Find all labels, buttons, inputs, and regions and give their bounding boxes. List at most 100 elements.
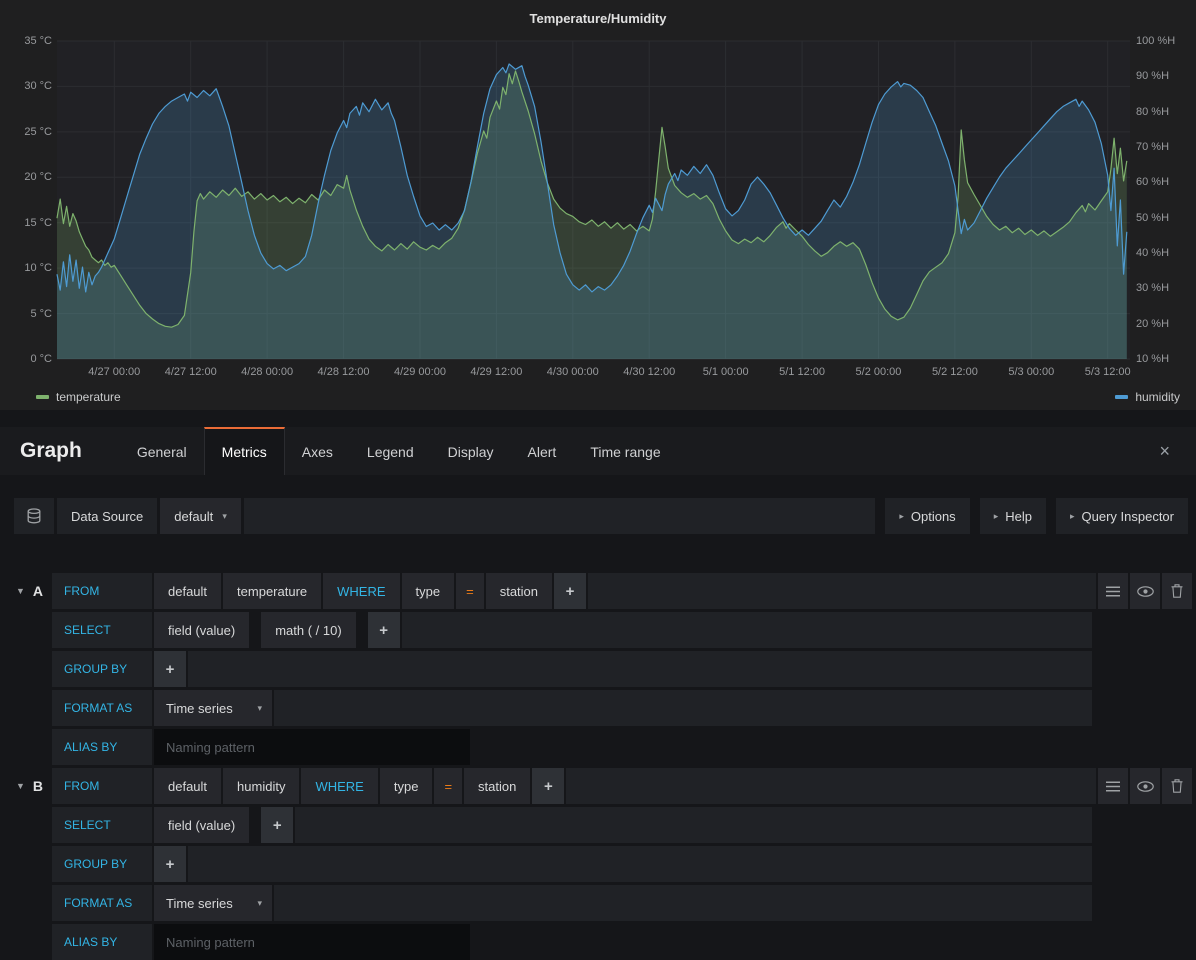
add-button[interactable]: +: [368, 612, 400, 648]
tab-time-range[interactable]: Time range: [573, 427, 677, 475]
trash-icon: [1171, 779, 1183, 793]
caret-right-icon: ▸: [1070, 511, 1075, 522]
button-label: Options: [911, 509, 956, 524]
query-letter: B: [33, 778, 43, 794]
eye-icon: [1137, 781, 1154, 792]
query-segment[interactable]: humidity: [223, 768, 299, 804]
segment-gap: [358, 612, 366, 648]
caret-down-icon: ▾: [222, 511, 227, 522]
row-filler: [188, 651, 1092, 687]
y-axis-tick-label: 30 °C: [2, 80, 52, 92]
query-keyword-group-by: GROUP BY: [52, 651, 152, 687]
add-button[interactable]: +: [154, 846, 186, 882]
tab-alert[interactable]: Alert: [511, 427, 574, 475]
query-menu-button[interactable]: [1098, 573, 1128, 609]
toggle-query-visibility-button[interactable]: [1130, 573, 1160, 609]
query-segment[interactable]: default: [154, 768, 221, 804]
query-segment[interactable]: station: [464, 768, 530, 804]
query-keyword-group-by: GROUP BY: [52, 846, 152, 882]
menu-icon: [1106, 781, 1120, 792]
remove-query-button[interactable]: [1162, 768, 1192, 804]
operator-segment[interactable]: =: [434, 768, 462, 804]
query-inspector-button[interactable]: ▸Query Inspector: [1056, 498, 1188, 534]
y-axis-tick-label: 50 %H: [1136, 212, 1169, 224]
button-label: Help: [1005, 509, 1032, 524]
query-keyword-from: FROM: [52, 768, 152, 804]
y-axis-tick-label: 35 °C: [2, 35, 52, 47]
panel-title: Temperature/Humidity: [0, 11, 1196, 26]
graph-plot[interactable]: [0, 0, 1196, 410]
query-segment[interactable]: type: [380, 768, 433, 804]
editor-title: Graph: [0, 427, 120, 475]
query-keyword-format-as: FORMAT AS: [52, 885, 152, 921]
add-button[interactable]: +: [154, 651, 186, 687]
y-axis-tick-label: 100 %H: [1136, 35, 1175, 47]
y-axis-tick-label: 10 %H: [1136, 353, 1169, 365]
format-dropdown-value: Time series: [166, 701, 233, 716]
format-dropdown[interactable]: Time series▾: [154, 690, 272, 726]
query-segment[interactable]: field (value): [154, 807, 249, 843]
options-button[interactable]: ▸Options: [885, 498, 969, 534]
panel-editor-header: Graph GeneralMetricsAxesLegendDisplayAle…: [0, 427, 1196, 475]
datasource-selected-value: default: [174, 509, 213, 524]
eye-icon: [1137, 586, 1154, 597]
graph-panel: Temperature/Humidity 35 °C 30 °C 25 °C 20 °…: [0, 0, 1196, 410]
query-segment[interactable]: default: [154, 573, 221, 609]
query-row: SELECTfield (value)+: [14, 807, 1192, 843]
tab-general[interactable]: General: [120, 427, 204, 475]
add-button[interactable]: +: [532, 768, 564, 804]
x-axis-tick-label: 5/3 00:00: [1008, 366, 1054, 378]
remove-query-button[interactable]: [1162, 573, 1192, 609]
tab-legend[interactable]: Legend: [350, 427, 431, 475]
tab-axes[interactable]: Axes: [285, 427, 350, 475]
query-segment[interactable]: math ( / 10): [261, 612, 355, 648]
alias-input[interactable]: [154, 729, 470, 765]
query-segment[interactable]: temperature: [223, 573, 321, 609]
x-axis-tick-label: 4/29 12:00: [470, 366, 522, 378]
x-axis-tick-label: 5/3 12:00: [1085, 366, 1131, 378]
format-dropdown[interactable]: Time series ▾: [154, 885, 272, 921]
collapse-chevron-icon[interactable]: ▼: [16, 586, 25, 596]
query-segment[interactable]: type: [402, 573, 455, 609]
menu-icon: [1106, 586, 1120, 597]
legend-item[interactable]: temperature: [36, 390, 121, 404]
toolbar-buttons: ▸Options▸Help▸Query Inspector: [885, 498, 1188, 534]
y-axis-tick-label: 15 °C: [2, 217, 52, 229]
x-axis-tick-label: 5/2 12:00: [932, 366, 978, 378]
query-segment[interactable]: station: [486, 573, 552, 609]
query-keyword-select: SELECT: [52, 612, 152, 648]
x-axis-tick-label: 5/1 12:00: [779, 366, 825, 378]
segment-gap: [251, 807, 259, 843]
close-editor-button[interactable]: ×: [1133, 427, 1196, 475]
tab-display[interactable]: Display: [431, 427, 511, 475]
where-keyword[interactable]: WHERE: [323, 573, 399, 609]
collapse-chevron-icon[interactable]: ▼: [16, 781, 25, 791]
add-button[interactable]: +: [261, 807, 293, 843]
query-menu-button[interactable]: [1098, 768, 1128, 804]
operator-segment[interactable]: =: [456, 573, 484, 609]
y-axis-tick-label: 10 °C: [2, 262, 52, 274]
format-dropdown-value: Time series: [166, 896, 233, 911]
query-editor-list: ▼AFROMdefaulttemperatureWHEREtype=statio…: [14, 573, 1192, 960]
tab-metrics[interactable]: Metrics: [204, 427, 285, 475]
x-axis-tick-label: 5/1 00:00: [703, 366, 749, 378]
query-keyword-format-as: FORMAT AS: [52, 690, 152, 726]
where-keyword[interactable]: WHERE: [301, 768, 377, 804]
legend-item[interactable]: humidity: [1115, 390, 1180, 404]
y-axis-tick-label: 30 %H: [1136, 282, 1169, 294]
caret-right-icon: ▸: [994, 511, 999, 522]
y-axis-tick-label: 20 °C: [2, 171, 52, 183]
y-axis-tick-label: 25 °C: [2, 126, 52, 138]
query-row: ALIAS BY: [14, 729, 1192, 765]
legend-label: temperature: [56, 390, 121, 404]
query-segment[interactable]: field (value): [154, 612, 249, 648]
query-row: GROUP BY+: [14, 846, 1192, 882]
caret-down-icon: ▾: [257, 898, 262, 909]
add-button[interactable]: +: [554, 573, 586, 609]
help-button[interactable]: ▸ Help: [980, 498, 1046, 534]
toggle-query-visibility-button[interactable]: [1130, 768, 1160, 804]
row-filler: [295, 807, 1092, 843]
y-axis-tick-label: 40 %H: [1136, 247, 1169, 259]
row-filler: [274, 690, 1092, 726]
datasource-select[interactable]: default ▾: [160, 498, 241, 534]
